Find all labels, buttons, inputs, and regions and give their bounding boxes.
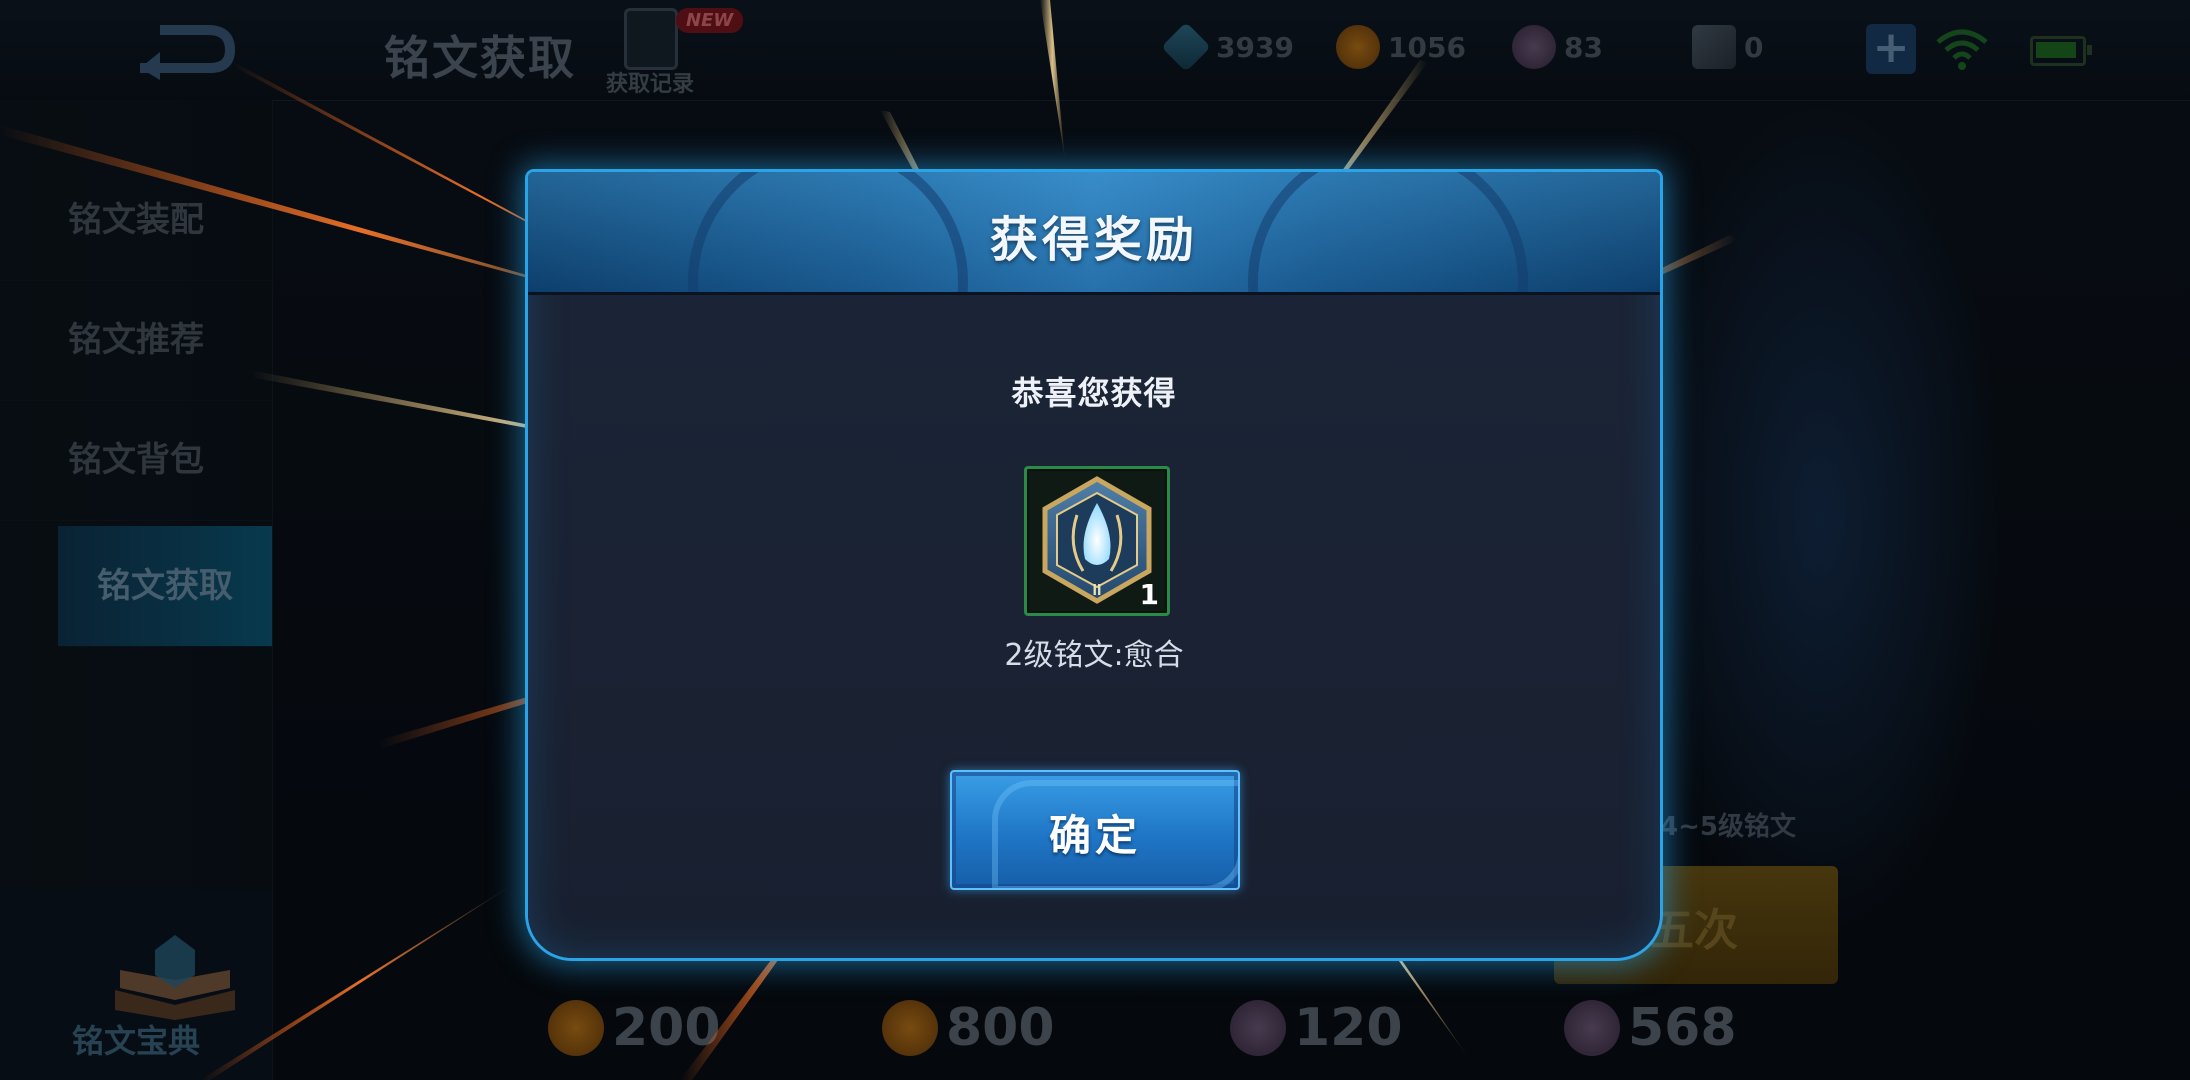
reward-item-slot[interactable]: II 1 <box>1024 466 1170 616</box>
item-count: 1 <box>1139 578 1159 611</box>
dialog-title: 获得奖励 <box>989 212 1198 268</box>
svg-text:II: II <box>1093 582 1102 599</box>
confirm-label: 确定 <box>1048 811 1141 860</box>
item-name: 2级铭文:愈合 <box>1004 638 1184 673</box>
confirm-button[interactable]: 确定 <box>950 770 1240 890</box>
reward-dialog: 获得奖励 恭喜您获得 II 1 2级铭文:愈合 确定 <box>528 172 1660 958</box>
game-screen: 铭文获取 NEW 获取记录 3939 1056 83 0 + 铭文装配 铭文推荐… <box>0 0 2190 1080</box>
dialog-header: 获得奖励 <box>528 172 1660 295</box>
congrats-text: 恭喜您获得 <box>1011 374 1177 412</box>
